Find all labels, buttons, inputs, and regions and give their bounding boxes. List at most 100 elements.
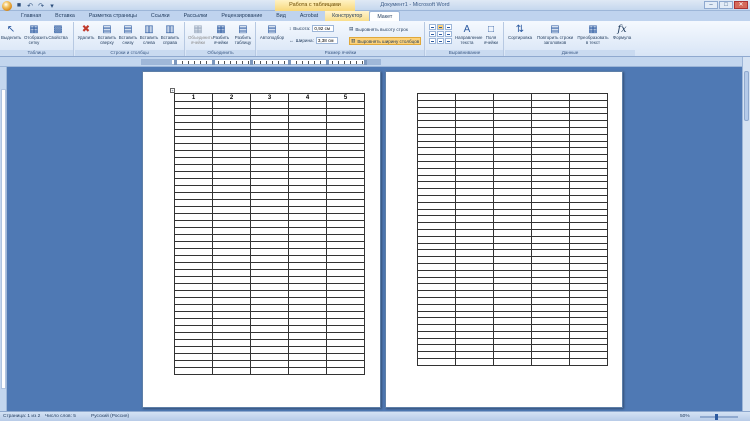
table-cell[interactable]	[212, 157, 251, 165]
table-cell[interactable]	[493, 324, 532, 332]
table-cell[interactable]	[326, 136, 365, 144]
table-cell[interactable]	[174, 325, 213, 333]
table-cell[interactable]	[493, 256, 532, 264]
insert-below-button[interactable]: ▤ Вставить снизу	[118, 23, 138, 49]
table-cell[interactable]	[455, 208, 494, 217]
table-cell[interactable]	[531, 140, 570, 149]
table-cell[interactable]	[531, 133, 570, 142]
table-cell[interactable]	[417, 201, 456, 210]
table-cell[interactable]	[326, 339, 365, 347]
table-cell[interactable]	[455, 310, 494, 319]
table-cell[interactable]	[326, 234, 365, 242]
table-cell[interactable]	[250, 318, 289, 326]
align-middle-center-button[interactable]	[437, 31, 444, 37]
align-bottom-center-button[interactable]	[437, 38, 444, 44]
table-cell[interactable]	[174, 339, 213, 347]
table-cell[interactable]	[455, 154, 494, 162]
table-cell[interactable]	[493, 296, 532, 305]
table-cell[interactable]	[455, 228, 494, 237]
table-cell[interactable]	[531, 174, 570, 183]
tab-acrobat[interactable]: Acrobat	[293, 11, 325, 21]
table-cell[interactable]	[569, 93, 608, 101]
align-bottom-right-button[interactable]	[445, 38, 452, 44]
table-cell[interactable]	[417, 249, 456, 258]
table-cell[interactable]	[212, 199, 251, 207]
table-cell[interactable]	[326, 157, 365, 165]
table-cell[interactable]	[569, 317, 608, 326]
table-cell[interactable]	[531, 290, 570, 298]
table-cell[interactable]	[493, 310, 532, 319]
table-cell[interactable]	[569, 120, 608, 128]
table-cell[interactable]	[326, 360, 365, 368]
word-count[interactable]: Число слов: 5	[45, 412, 76, 421]
table-cell[interactable]	[212, 178, 251, 186]
table-cell[interactable]	[493, 181, 532, 190]
table-cell[interactable]	[326, 276, 365, 284]
table-cell[interactable]	[250, 311, 289, 319]
table-cell[interactable]	[288, 248, 327, 256]
table-cell[interactable]	[417, 242, 456, 251]
table-cell[interactable]	[417, 181, 456, 190]
table-cell[interactable]	[417, 222, 456, 230]
table-cell[interactable]	[531, 303, 570, 312]
table-cell[interactable]	[288, 255, 327, 263]
qat-dropdown-icon[interactable]: ▾	[48, 2, 56, 10]
table-cell[interactable]	[174, 276, 213, 284]
table-cell[interactable]	[531, 188, 570, 196]
table-cell[interactable]	[288, 234, 327, 242]
table-cell[interactable]	[250, 157, 289, 165]
table-cell[interactable]	[174, 283, 213, 291]
table-cell[interactable]	[455, 215, 494, 224]
table-cell[interactable]	[455, 222, 494, 230]
table-cell[interactable]	[455, 303, 494, 312]
table-cell[interactable]	[455, 290, 494, 298]
table-cell[interactable]	[493, 201, 532, 210]
table-cell[interactable]	[174, 164, 213, 172]
table-cell[interactable]	[569, 140, 608, 149]
table-cell[interactable]	[569, 126, 608, 135]
table-cell[interactable]	[250, 276, 289, 284]
table-cell[interactable]	[250, 185, 289, 193]
align-middle-right-button[interactable]	[445, 31, 452, 37]
table-cell[interactable]	[531, 222, 570, 230]
table-cell[interactable]	[212, 262, 251, 270]
table-cell[interactable]	[174, 367, 213, 375]
align-top-center-button[interactable]	[437, 24, 444, 30]
table-cell[interactable]	[455, 283, 494, 292]
table-cell[interactable]	[531, 201, 570, 210]
table-cell[interactable]	[417, 120, 456, 128]
table-cell[interactable]	[493, 283, 532, 292]
table-cell[interactable]	[288, 101, 327, 109]
table-cell[interactable]	[455, 324, 494, 332]
table-cell[interactable]	[288, 115, 327, 123]
table-cell[interactable]	[250, 122, 289, 130]
align-top-left-button[interactable]	[429, 24, 436, 30]
table-cell[interactable]	[288, 332, 327, 340]
table-cell[interactable]	[417, 317, 456, 326]
table-cell[interactable]	[174, 297, 213, 305]
split-cells-button[interactable]: ▦ Разбить ячейки	[211, 23, 231, 49]
table-cell[interactable]	[288, 199, 327, 207]
table-cell[interactable]	[326, 227, 365, 235]
table-cell[interactable]	[212, 136, 251, 144]
table-cell[interactable]	[531, 126, 570, 135]
table-cell[interactable]	[493, 113, 532, 122]
table-cell[interactable]	[250, 255, 289, 263]
align-middle-left-button[interactable]	[429, 31, 436, 37]
table-cell[interactable]	[417, 133, 456, 142]
table-cell[interactable]	[493, 269, 532, 278]
table-cell[interactable]	[455, 181, 494, 190]
table-cell[interactable]	[250, 192, 289, 200]
sort-button[interactable]: ⇅ Сортировка	[506, 23, 534, 49]
table-cell[interactable]	[212, 101, 251, 109]
table-cell[interactable]	[288, 262, 327, 270]
table-cell[interactable]	[288, 269, 327, 277]
table-cell[interactable]	[326, 185, 365, 193]
table-cell[interactable]	[250, 290, 289, 298]
table-cell[interactable]	[417, 283, 456, 292]
table-cell[interactable]	[326, 220, 365, 228]
table-cell[interactable]	[288, 290, 327, 298]
table-cell[interactable]	[569, 256, 608, 264]
table-cell[interactable]	[212, 171, 251, 179]
table-cell[interactable]	[288, 297, 327, 305]
